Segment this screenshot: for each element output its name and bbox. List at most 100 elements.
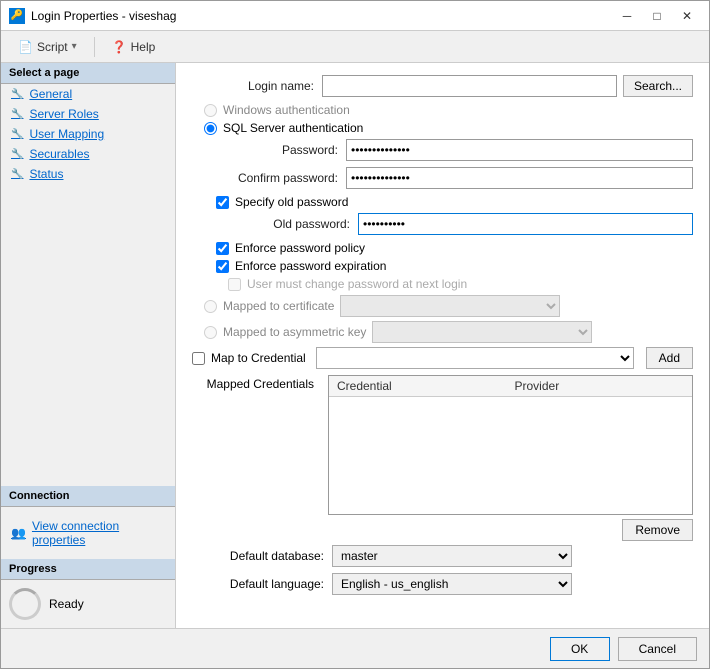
ok-button[interactable]: OK — [550, 637, 610, 661]
add-credential-button[interactable]: Add — [646, 347, 693, 369]
default-database-select[interactable]: master — [332, 545, 572, 567]
sidebar-item-securables-label: Securables — [29, 147, 89, 161]
password-row: Password: — [216, 139, 693, 161]
connection-section: 👥 View connection properties — [1, 507, 175, 559]
window-icon: 🔑 — [9, 8, 25, 24]
sidebar-middle-spacer — [1, 184, 175, 486]
default-language-select[interactable]: English - us_english — [332, 573, 572, 595]
user-mapping-icon: 🔧 — [11, 129, 23, 140]
sidebar-item-status[interactable]: 🔧 Status — [1, 164, 175, 184]
map-credential-select[interactable] — [316, 347, 634, 369]
title-bar: 🔑 Login Properties - viseshag ─ □ ✕ — [1, 1, 709, 31]
login-name-label: Login name: — [192, 79, 322, 93]
progress-header: Progress — [1, 559, 175, 580]
credential-table-wrapper: Credential Provider Remove — [328, 375, 693, 541]
toolbar-divider — [94, 37, 95, 57]
login-name-row: Login name: Search... — [192, 75, 693, 97]
windows-auth-label: Windows authentication — [223, 103, 350, 117]
general-icon: 🔧 — [11, 89, 23, 100]
progress-status: Ready — [49, 597, 84, 611]
mapped-asym-row: Mapped to asymmetric key — [204, 321, 693, 343]
windows-auth-radio[interactable] — [204, 104, 217, 117]
old-password-row: Old password: — [228, 213, 693, 235]
enforce-policy-checkbox[interactable] — [216, 242, 229, 255]
securables-icon: 🔧 — [11, 149, 23, 160]
sidebar-item-user-mapping[interactable]: 🔧 User Mapping — [1, 124, 175, 144]
specify-old-password-checkbox[interactable] — [216, 196, 229, 209]
search-button[interactable]: Search... — [623, 75, 693, 97]
confirm-password-label: Confirm password: — [216, 171, 346, 185]
default-language-label: Default language: — [192, 577, 332, 591]
main-content: Select a page 🔧 General 🔧 Server Roles 🔧… — [1, 63, 709, 628]
script-label: Script — [37, 40, 68, 54]
progress-spinner — [9, 588, 41, 620]
credential-table: Credential Provider — [328, 375, 693, 515]
progress-section: Ready — [1, 580, 175, 628]
map-credential-checkbox[interactable] — [192, 352, 205, 365]
connection-link-text: View connection properties — [32, 519, 165, 547]
user-must-change-checkbox[interactable] — [228, 278, 241, 291]
window-title: Login Properties - viseshag — [31, 9, 613, 23]
close-button[interactable]: ✕ — [673, 5, 701, 27]
maximize-button[interactable]: □ — [643, 5, 671, 27]
minimize-button[interactable]: ─ — [613, 5, 641, 27]
login-properties-window: 🔑 Login Properties - viseshag ─ □ ✕ 📄 Sc… — [0, 0, 710, 669]
sidebar-item-server-roles-label: Server Roles — [29, 107, 98, 121]
help-button[interactable]: ❓ Help — [103, 36, 165, 58]
sidebar-item-securables[interactable]: 🔧 Securables — [1, 144, 175, 164]
help-label: Help — [131, 40, 156, 54]
sidebar-item-status-label: Status — [29, 167, 63, 181]
bottom-bar: OK Cancel — [1, 628, 709, 668]
user-must-change-label: User must change password at next login — [247, 277, 467, 291]
confirm-password-row: Confirm password: — [216, 167, 693, 189]
sidebar-item-user-mapping-label: User Mapping — [29, 127, 104, 141]
user-must-change-row: User must change password at next login — [228, 277, 693, 291]
toolbar: 📄 Script ▾ ❓ Help — [1, 31, 709, 63]
credential-col-header: Credential — [333, 378, 511, 394]
remove-credential-button[interactable]: Remove — [622, 519, 693, 541]
provider-col-header: Provider — [511, 378, 689, 394]
login-name-input[interactable] — [322, 75, 617, 97]
sql-auth-radio[interactable] — [204, 122, 217, 135]
sidebar: Select a page 🔧 General 🔧 Server Roles 🔧… — [1, 63, 176, 628]
old-password-input[interactable] — [358, 213, 693, 235]
sidebar-item-server-roles[interactable]: 🔧 Server Roles — [1, 104, 175, 124]
connection-header: Connection — [1, 486, 175, 507]
password-input[interactable] — [346, 139, 693, 161]
credential-table-header: Credential Provider — [329, 376, 692, 397]
connection-icon: 👥 — [11, 526, 26, 540]
sidebar-item-general[interactable]: 🔧 General — [1, 84, 175, 104]
enforce-expiration-checkbox[interactable] — [216, 260, 229, 273]
mapped-asym-radio[interactable] — [204, 326, 217, 339]
windows-auth-row: Windows authentication — [204, 103, 693, 117]
script-button[interactable]: 📄 Script ▾ — [9, 36, 86, 58]
mapped-asym-select[interactable] — [372, 321, 592, 343]
sql-auth-label: SQL Server authentication — [223, 121, 363, 135]
title-bar-controls: ─ □ ✕ — [613, 5, 701, 27]
specify-old-password-row: Specify old password — [216, 195, 693, 209]
mapped-cert-row: Mapped to certificate — [204, 295, 693, 317]
mapped-cert-radio[interactable] — [204, 300, 217, 313]
view-connection-properties-link[interactable]: 👥 View connection properties — [9, 515, 167, 551]
mapped-cert-select[interactable] — [340, 295, 560, 317]
status-icon: 🔧 — [11, 169, 23, 180]
enforce-expiration-label: Enforce password expiration — [235, 259, 386, 273]
content-panel: Login name: Search... Windows authentica… — [176, 63, 709, 628]
specify-old-password-label: Specify old password — [235, 195, 348, 209]
default-database-row: Default database: master — [192, 545, 693, 567]
mapped-cert-label: Mapped to certificate — [223, 299, 334, 313]
mapped-asym-label: Mapped to asymmetric key — [223, 325, 366, 339]
enforce-policy-label: Enforce password policy — [235, 241, 365, 255]
password-label: Password: — [216, 143, 346, 157]
default-database-label: Default database: — [192, 549, 332, 563]
server-roles-icon: 🔧 — [11, 109, 23, 120]
enforce-expiration-row: Enforce password expiration — [216, 259, 693, 273]
script-icon: 📄 — [18, 40, 33, 54]
help-icon: ❓ — [112, 40, 127, 54]
cancel-button[interactable]: Cancel — [618, 637, 697, 661]
confirm-password-input[interactable] — [346, 167, 693, 189]
mapped-credentials-label: Mapped Credentials — [192, 375, 322, 391]
select-page-header: Select a page — [1, 63, 175, 84]
default-language-row: Default language: English - us_english — [192, 573, 693, 595]
old-password-label: Old password: — [228, 217, 358, 231]
